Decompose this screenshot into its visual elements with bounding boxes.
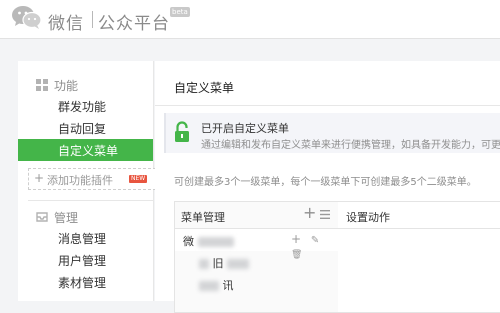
sidebar-item-label: 素材管理 xyxy=(58,276,107,290)
new-badge: NEW xyxy=(129,175,148,183)
plus-icon: + xyxy=(34,171,45,185)
beta-badge: beta xyxy=(170,7,190,17)
add-plugin-label: 添加功能插件 xyxy=(47,174,113,187)
sidebar-item-custom-menu[interactable]: 自定义菜单 xyxy=(18,139,153,161)
menu-row-label: 微 xyxy=(183,233,234,249)
redacted-text xyxy=(227,259,249,269)
sidebar-item-label: 自动回复 xyxy=(58,122,107,136)
menu-row[interactable]: 旧 xyxy=(175,251,339,273)
redacted-text xyxy=(199,281,219,291)
section-label: 管理 xyxy=(54,211,79,225)
sidebar-item-auto-reply[interactable]: 自动回复 xyxy=(18,117,153,139)
menu-limit-hint: 可创建最多3个一级菜单，每个一级菜单下可创建最多5个二级菜单。 xyxy=(174,177,477,188)
menu-row-text: 旧 xyxy=(212,257,224,270)
menu-row[interactable]: 微 + ✎ 🗑 xyxy=(175,229,339,260)
brand-platform[interactable]: 公众平台 xyxy=(98,9,170,34)
notice-description: 通过编辑和发布自定义菜单来进行便携管理，如具备开发能力，可更灵活 xyxy=(201,140,500,151)
menu-row-text: 微 xyxy=(183,235,194,248)
settings-title: 设置动作 xyxy=(346,211,390,224)
edit-icon[interactable]: ✎ xyxy=(311,235,319,246)
sidebar-item-label: 消息管理 xyxy=(58,232,107,246)
add-menu-icon[interactable]: + xyxy=(303,203,316,222)
settings-header: 设置动作 xyxy=(338,202,500,229)
add-plugin-button[interactable]: + 添加功能插件 NEW xyxy=(28,168,156,190)
top-header: 微信 公众平台 beta xyxy=(0,0,500,39)
sidebar-item-users[interactable]: 用户管理 xyxy=(18,249,153,271)
sidebar: 功能 群发功能 自动回复 自定义菜单 + 添加功能插件 NEW 管理 消息管理 … xyxy=(18,61,156,301)
inbox-icon xyxy=(36,212,48,222)
sidebar-item-messages[interactable]: 消息管理 xyxy=(18,227,153,249)
settings-panel: 设置动作 xyxy=(338,201,500,313)
menu-row-label: 讯 xyxy=(199,277,234,293)
redacted-text xyxy=(199,259,209,269)
status-notice: 已开启自定义菜单 通过编辑和发布自定义菜单来进行便携管理，如具备开发能力，可更灵… xyxy=(164,113,500,153)
grid-icon xyxy=(36,79,48,91)
lock-open-icon xyxy=(175,121,189,142)
sidebar-divider xyxy=(28,200,153,201)
notice-title: 已开启自定义菜单 xyxy=(201,122,289,135)
menu-manager-title: 菜单管理 xyxy=(181,211,225,224)
page-title: 自定义菜单 xyxy=(174,81,235,95)
menu-row-label: 旧 xyxy=(199,255,249,271)
menu-manager-header: 菜单管理 + xyxy=(175,202,339,229)
brand-name[interactable]: 微信 xyxy=(48,9,84,34)
sidebar-section-manage: 管理 xyxy=(18,207,153,227)
sidebar-item-label: 群发功能 xyxy=(58,100,107,114)
menu-manager-panel: 菜单管理 + 微 + ✎ 🗑 旧 讯 xyxy=(174,201,340,313)
sidebar-item-label: 自定义菜单 xyxy=(58,144,119,158)
sidebar-item-materials[interactable]: 素材管理 xyxy=(18,271,153,293)
brand-divider xyxy=(92,11,93,28)
add-submenu-icon[interactable]: + xyxy=(291,232,301,246)
sidebar-item-label: 用户管理 xyxy=(58,254,107,268)
wechat-logo-icon[interactable] xyxy=(10,4,44,30)
section-label: 功能 xyxy=(54,79,79,93)
sort-icon[interactable] xyxy=(320,210,330,219)
title-divider xyxy=(155,105,500,106)
sidebar-section-function: 功能 xyxy=(18,75,153,95)
redacted-text xyxy=(197,237,234,247)
menu-row-text: 讯 xyxy=(222,279,234,292)
sidebar-item-broadcast[interactable]: 群发功能 xyxy=(18,95,153,117)
menu-row[interactable]: 讯 xyxy=(175,273,339,295)
main-content: 自定义菜单 已开启自定义菜单 通过编辑和发布自定义菜单来进行便携管理，如具备开发… xyxy=(155,61,500,313)
